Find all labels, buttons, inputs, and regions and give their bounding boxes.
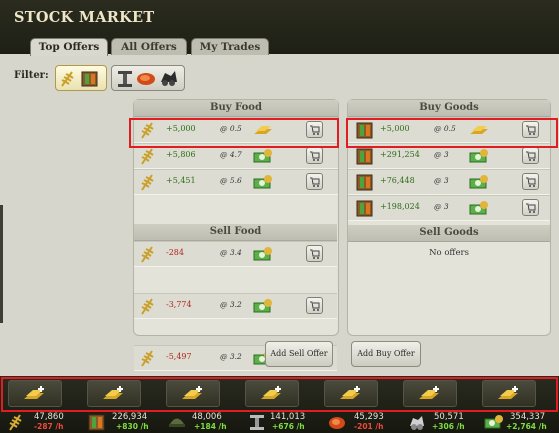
resource-value: 47,860 [34,412,64,422]
highlight-buy-resource-row [1,377,558,412]
tab-top-offers[interactable]: Top Offers [30,38,108,56]
sell-goods-header: Sell Goods [348,225,550,242]
cart-icon [526,177,536,187]
offer-amount: -3,774 [166,300,192,309]
resource-value: 48,006 [192,412,222,422]
offer-price: @ 3.4 [220,248,242,257]
cart-icon [310,249,320,259]
wheat-icon [141,298,154,315]
resource-value: 226,934 [112,412,148,422]
money-icon [253,247,272,261]
resource-rate: +2,764 /h [506,422,547,431]
offer-price: @ 3 [434,202,449,211]
sell-food-header: Sell Food [134,224,337,241]
wheat-icon [141,174,154,191]
highlight-best-goods-offer [346,118,558,148]
offer-amount: -5,497 [166,352,192,361]
offer-amount: -284 [166,248,184,257]
accept-offer-button[interactable] [306,147,323,164]
no-offers-text: No offers [429,248,469,258]
resource-value: 354,337 [510,412,546,422]
filter-label: Filter: [14,70,49,81]
resource-rate: +830 /h [116,422,149,431]
resource-money: 354,337 +2,764 /h [484,412,559,433]
resource-food: 47,860 -287 /h [8,412,80,433]
soldier-helmet-icon [169,418,185,427]
cart-icon [310,177,320,187]
wheat-icon [141,350,154,367]
resource-rate: +306 /h [432,422,465,431]
sell-food-row-1: -284 @ 3.4 [134,241,337,267]
cart-icon [526,151,536,161]
cart-icon [526,203,536,213]
offer-amount: +5,451 [166,176,196,185]
offer-amount: +291,254 [380,150,420,159]
cart-icon [310,151,320,161]
offer-price: @ 5.6 [220,176,242,185]
wheat-icon [141,246,154,263]
buy-goods-row-4: +198,024 @ 3 [348,195,550,221]
resource-value: 50,571 [434,412,464,422]
money-icon [253,175,272,189]
add-sell-offer-button[interactable]: Add Sell Offer [265,341,333,367]
money-icon [253,299,272,313]
goods-crate-icon [88,414,105,431]
tab-my-trades[interactable]: My Trades [191,38,269,55]
buy-goods-row-3: +76,448 @ 3 [348,169,550,195]
offer-price: @ 3 [434,150,449,159]
sell-food-row-2: -3,774 @ 3.2 [134,293,337,319]
resource-value: 45,293 [354,412,384,422]
resource-goods: 226,934 +830 /h [88,412,160,433]
resource-value: 141,013 [270,412,306,422]
tab-all-offers[interactable]: All Offers [111,38,187,55]
resource-rate: -287 /h [34,422,64,431]
filter-resources-button[interactable] [111,65,185,91]
resource-coal: 50,571 +306 /h [408,412,480,433]
offer-amount: +76,448 [380,176,415,185]
offer-amount: +198,024 [380,202,420,211]
resource-rate: +676 /h [272,422,305,431]
filter-food-goods-button[interactable] [55,65,107,91]
meat-icon [329,417,345,429]
offer-amount: +5,806 [166,150,196,159]
left-edge-handle [0,205,3,323]
offer-price: @ 3.2 [220,352,242,361]
accept-offer-button[interactable] [306,297,323,314]
money-icon [469,201,488,215]
goods-crate-icon [356,174,373,191]
accept-offer-button[interactable] [522,147,539,164]
accept-offer-button[interactable] [306,245,323,262]
wheat-icon [9,414,22,431]
resource-meat: 45,293 -201 /h [328,412,400,433]
money-icon [484,415,503,429]
money-icon [469,149,488,163]
resource-soldiers: 48,006 +184 /h [168,412,240,433]
offer-price: @ 3 [434,176,449,185]
iron-beam-icon [250,415,264,430]
resource-iron: 141,013 +676 /h [248,412,320,433]
money-icon [253,149,272,163]
buy-food-row-3: +5,451 @ 5.6 [134,169,338,195]
cart-icon [310,301,320,311]
accept-offer-button[interactable] [522,199,539,216]
add-buy-offer-button[interactable]: Add Buy Offer [351,341,421,367]
resource-rate: +184 /h [194,422,227,431]
iron-meat-coal-icon [118,71,177,87]
coal-ore-icon [410,416,424,430]
wheat-icon [141,148,154,165]
buy-food-header: Buy Food [134,100,338,117]
page-title: STOCK MARKET [14,9,155,26]
goods-crate-icon [356,148,373,165]
money-icon [469,175,488,189]
accept-offer-button[interactable] [522,173,539,190]
highlight-best-food-offer [129,118,339,148]
resource-rate: -201 /h [354,422,384,431]
wheat-crate-icon [61,71,98,87]
goods-crate-icon [356,200,373,217]
accept-offer-button[interactable] [306,173,323,190]
offer-price: @ 3.2 [220,300,242,309]
offer-price: @ 4.7 [220,150,242,159]
buy-goods-header: Buy Goods [348,100,550,117]
